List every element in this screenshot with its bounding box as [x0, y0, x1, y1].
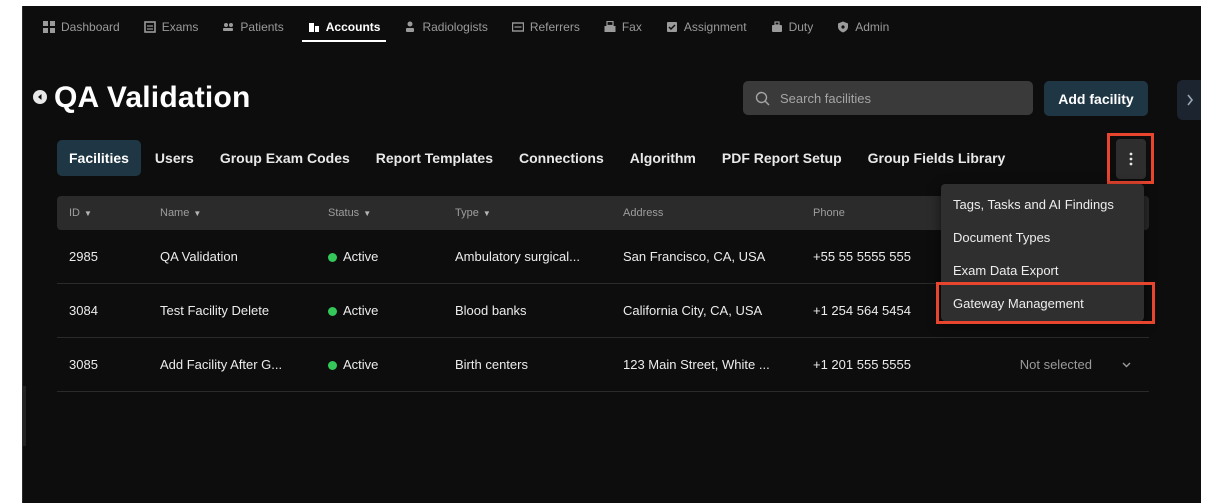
- cell-id: 2985: [69, 249, 98, 264]
- cell-type: Blood banks: [455, 303, 527, 318]
- search-icon: [755, 91, 770, 105]
- cell-address: California City, CA, USA: [623, 303, 763, 318]
- cell-status: Active: [316, 303, 443, 318]
- table-row[interactable]: 3085 Add Facility After G... Active Birt…: [57, 338, 1149, 392]
- menu-item-document-types[interactable]: Document Types: [941, 221, 1144, 254]
- column-header-type[interactable]: Type ▼: [443, 207, 611, 219]
- admin-icon: [837, 21, 849, 33]
- nav-item-duty[interactable]: Duty: [759, 6, 826, 48]
- nav-item-assignment[interactable]: Assignment: [654, 6, 759, 48]
- menu-item-gateway-management[interactable]: Gateway Management: [941, 287, 1144, 320]
- tab-connections[interactable]: Connections: [507, 140, 616, 176]
- page-title: QA Validation: [54, 81, 251, 114]
- nav-item-patients[interactable]: Patients: [210, 6, 295, 48]
- nav-item-accounts[interactable]: Accounts: [296, 6, 393, 48]
- tab-algorithm[interactable]: Algorithm: [618, 140, 708, 176]
- column-header-id[interactable]: ID ▼: [57, 207, 148, 219]
- search-box[interactable]: [743, 81, 1033, 115]
- expand-panel-button[interactable]: [1177, 80, 1201, 120]
- accounts-icon: [308, 21, 320, 33]
- menu-item-tags-tasks-ai-findings[interactable]: Tags, Tasks and AI Findings: [941, 188, 1144, 221]
- cell-status: Active: [316, 249, 443, 264]
- sort-caret-icon: ▼: [363, 209, 372, 218]
- status-dot-icon: [328, 253, 337, 262]
- top-nav: Dashboard Exams Patients Accounts Radiol…: [23, 6, 1201, 48]
- nav-item-label: Fax: [621, 20, 642, 34]
- cell-status: Active: [316, 357, 443, 372]
- nav-item-label: Exams: [161, 20, 199, 34]
- search-input[interactable]: [780, 90, 1020, 106]
- nav-item-fax[interactable]: Fax: [592, 6, 654, 48]
- nav-item-label: Duty: [788, 20, 814, 34]
- nav-item-radiologists[interactable]: Radiologists: [392, 6, 499, 48]
- tab-facilities[interactable]: Facilities: [57, 140, 141, 176]
- assignment-icon: [666, 21, 678, 33]
- sort-caret-icon: ▼: [84, 209, 92, 218]
- nav-item-label: Assignment: [683, 20, 747, 34]
- patients-icon: [222, 21, 234, 33]
- tab-bar: Facilities Users Group Exam Codes Report…: [57, 140, 1019, 176]
- chevron-right-icon: [1186, 94, 1193, 106]
- tab-group-fields-library[interactable]: Group Fields Library: [856, 140, 1018, 176]
- gateway-select-value: Not selected: [1019, 357, 1092, 372]
- column-header-address: Address: [623, 207, 664, 219]
- cell-name: Add Facility After G...: [160, 357, 283, 372]
- menu-item-exam-data-export[interactable]: Exam Data Export: [941, 254, 1144, 287]
- tab-group-exam-codes[interactable]: Group Exam Codes: [208, 140, 362, 176]
- nav-item-admin[interactable]: Admin: [825, 6, 901, 48]
- kebab-menu-icon: [1129, 152, 1133, 166]
- sort-caret-icon: ▼: [482, 209, 491, 218]
- nav-item-exams[interactable]: Exams: [132, 6, 211, 48]
- more-tabs-menu: Tags, Tasks and AI Findings Document Typ…: [941, 184, 1144, 321]
- arrow-left-icon: [38, 94, 42, 100]
- cell-name: Test Facility Delete: [160, 303, 270, 318]
- column-header-name[interactable]: Name ▼: [148, 207, 316, 219]
- chevron-down-icon: [1122, 362, 1131, 367]
- column-header-status[interactable]: Status ▼: [316, 207, 443, 219]
- status-dot-icon: [328, 361, 337, 370]
- duty-icon: [771, 21, 783, 33]
- cell-type: Birth centers: [455, 357, 528, 372]
- radiologists-icon: [404, 21, 416, 33]
- tab-pdf-report-setup[interactable]: PDF Report Setup: [710, 140, 854, 176]
- cell-address: San Francisco, CA, USA: [623, 249, 766, 264]
- window-edge: [23, 386, 26, 446]
- nav-item-label: Referrers: [529, 20, 580, 34]
- cell-type: Ambulatory surgical...: [455, 249, 580, 264]
- cell-id: 3085: [69, 357, 98, 372]
- tab-report-templates[interactable]: Report Templates: [364, 140, 505, 176]
- more-tabs-button[interactable]: [1116, 139, 1146, 179]
- nav-item-label: Dashboard: [61, 20, 120, 34]
- dashboard-icon: [43, 21, 55, 33]
- gateway-select[interactable]: Not selected: [971, 357, 1149, 372]
- back-button[interactable]: [33, 90, 47, 104]
- sort-caret-icon: ▼: [193, 209, 202, 218]
- status-dot-icon: [328, 307, 337, 316]
- referrers-icon: [511, 21, 524, 33]
- nav-item-label: Accounts: [325, 20, 381, 34]
- exams-icon: [143, 21, 156, 33]
- cell-id: 3084: [69, 303, 98, 318]
- fax-icon: [604, 21, 616, 33]
- nav-item-label: Patients: [240, 20, 284, 34]
- cell-phone: +1 201 555 5555: [813, 357, 911, 372]
- nav-item-label: Admin: [855, 20, 890, 34]
- add-facility-button[interactable]: Add facility: [1044, 81, 1148, 116]
- app-window: Dashboard Exams Patients Accounts Radiol…: [22, 6, 1201, 503]
- nav-item-dashboard[interactable]: Dashboard: [31, 6, 132, 48]
- cell-name: QA Validation: [160, 249, 238, 264]
- nav-item-label: Radiologists: [422, 20, 488, 34]
- cell-address: 123 Main Street, White ...: [623, 357, 770, 372]
- tab-users[interactable]: Users: [143, 140, 206, 176]
- nav-item-referrers[interactable]: Referrers: [500, 6, 592, 48]
